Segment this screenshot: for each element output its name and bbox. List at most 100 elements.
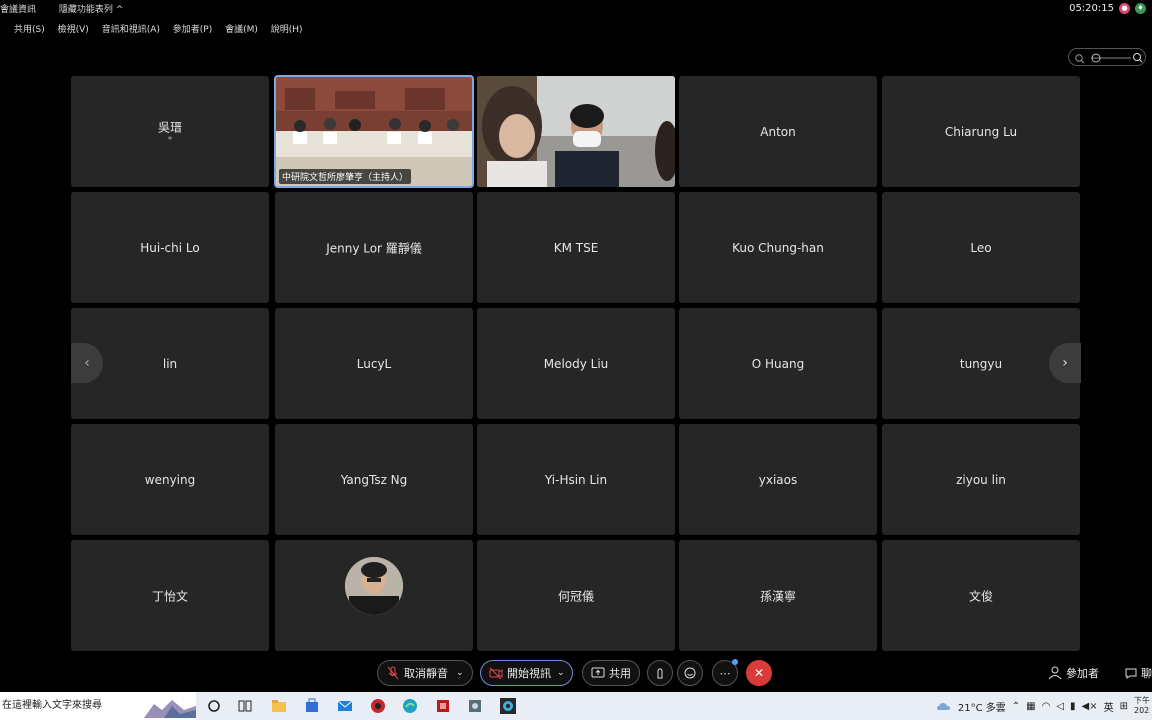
participant-name: 丁怡文: [151, 589, 188, 603]
mail-icon[interactable]: [337, 698, 353, 714]
participant-tile-video-host[interactable]: 中研院文哲所廖肇亨（主持人）: [274, 75, 474, 188]
participant-tile[interactable]: 吳瑨 *: [71, 76, 269, 187]
participant-tile[interactable]: yxiaos: [679, 424, 877, 535]
participant-tile[interactable]: Chiarung Lu: [882, 76, 1080, 187]
share-button[interactable]: 共用: [582, 660, 640, 686]
cortana-icon[interactable]: [206, 698, 222, 714]
chevron-down-icon[interactable]: ⌄: [557, 668, 565, 678]
unmute-label: 取消靜音: [404, 667, 448, 680]
participant-name: Anton: [760, 124, 796, 139]
hand-icon: [657, 668, 663, 679]
chat-panel-button[interactable]: 聊: [1116, 660, 1152, 686]
media-app-icon[interactable]: [370, 698, 386, 714]
participant-tile[interactable]: YangTsz Ng: [275, 424, 473, 535]
zoom-icons: [1075, 53, 1143, 64]
task-view-icon[interactable]: [237, 698, 253, 714]
participant-tile[interactable]: 文俊: [882, 540, 1080, 651]
participant-name: ziyou lin: [956, 472, 1006, 487]
smiley-icon: [684, 667, 696, 679]
start-video-button[interactable]: 開始視訊 ⌄: [480, 660, 573, 686]
share-screen-icon: [591, 667, 605, 678]
volume-icon[interactable]: ◁: [1056, 701, 1064, 712]
participant-tile[interactable]: KM TSE: [477, 192, 675, 303]
next-page-arrow-icon[interactable]: ›: [1049, 343, 1081, 383]
participant-tile[interactable]: 孫漢寧: [679, 540, 877, 651]
participant-tile[interactable]: Jenny Lor 羅靜儀: [275, 192, 473, 303]
network-icon[interactable]: ▦: [1026, 701, 1035, 712]
masked-people-video-feed: [477, 76, 675, 187]
participant-tile[interactable]: Leo: [882, 192, 1080, 303]
menu-item-view[interactable]: 檢視(V): [58, 25, 89, 35]
participant-tile[interactable]: Anton: [679, 76, 877, 187]
app-gear-icon[interactable]: [467, 698, 483, 714]
participant-tile[interactable]: 何冠儀: [477, 540, 675, 651]
menu-item-participants[interactable]: 參加者(P): [173, 25, 212, 35]
host-video-label: 中研院文哲所廖肇亨（主持人）: [279, 169, 412, 184]
participant-tile[interactable]: wenying: [71, 424, 269, 535]
more-options-button[interactable]: ⋯: [712, 659, 738, 686]
raise-hand-button[interactable]: [647, 660, 673, 686]
file-explorer-icon[interactable]: [271, 698, 287, 714]
participant-name: O Huang: [751, 356, 805, 371]
participant-name: Hui-chi Lo: [140, 240, 200, 255]
participant-avatar: [345, 557, 403, 615]
menu-item-audio-video[interactable]: 音訊和視訊(A): [102, 25, 160, 35]
unmute-button[interactable]: 取消靜音 ⌄: [377, 660, 473, 686]
participant-tile[interactable]: Yi-Hsin Lin: [477, 424, 675, 535]
participant-tile[interactable]: ziyou lin: [882, 424, 1080, 535]
user-avatar-icon[interactable]: ♦: [1135, 3, 1146, 14]
participant-name: Chiarung Lu: [944, 124, 1018, 139]
chevron-down-icon[interactable]: ⌄: [456, 668, 464, 678]
cloudy-weather-icon: [936, 703, 950, 710]
windows-taskbar: 在這裡輸入文字來搜尋 21°C 多雲 ⌃ ▦ ◠ ◁ ▮ ◀× 英 ⊞ 下午 2…: [0, 692, 1152, 720]
participant-tile[interactable]: LucyL: [275, 308, 473, 419]
participant-name: LucyL: [356, 356, 392, 371]
meeting-info-label[interactable]: 會議資訊: [0, 5, 36, 15]
muted-mic-icon: [387, 666, 399, 680]
app-red-icon[interactable]: [435, 698, 451, 714]
wifi-icon[interactable]: ◠: [1042, 701, 1051, 712]
chat-bubble-icon: [1125, 668, 1137, 679]
weather-text[interactable]: 21°C 多雲: [958, 699, 1006, 714]
participant-name: 何冠儀: [557, 589, 594, 603]
participant-tile[interactable]: 丁怡文: [71, 540, 269, 651]
participant-tile-avatar[interactable]: [275, 540, 473, 651]
menu-item-meeting[interactable]: 會議(M): [225, 25, 258, 35]
participant-name: 文俊: [968, 589, 993, 603]
participant-name: Yi-Hsin Lin: [544, 472, 608, 487]
participant-tile[interactable]: Melody Liu: [477, 308, 675, 419]
webex-icon[interactable]: [500, 698, 516, 714]
meeting-controls: 取消靜音 ⌄ 開始視訊 ⌄ 共用 ⋯ ✕ 參加者 聊: [0, 659, 1152, 688]
participant-name: Jenny Lor 羅靜儀: [326, 241, 422, 255]
participants-label: 參加者: [1066, 667, 1099, 680]
participant-subtitle: *: [167, 135, 173, 145]
menu-item-share[interactable]: 共用(S): [14, 25, 45, 35]
zoom-slider[interactable]: [1068, 48, 1146, 66]
reactions-button[interactable]: [677, 660, 703, 686]
chevron-up-icon[interactable]: ⌃: [1012, 701, 1020, 712]
mic-icon[interactable]: ▮: [1070, 701, 1076, 712]
store-icon[interactable]: [304, 698, 320, 714]
leave-meeting-button[interactable]: ✕: [746, 660, 772, 686]
participant-name: wenying: [144, 472, 196, 487]
hide-menu-toggle[interactable]: 隱藏功能表列 ^: [59, 5, 123, 15]
ime-mode-icon[interactable]: ⊞: [1120, 701, 1128, 712]
participant-tile[interactable]: Hui-chi Lo: [71, 192, 269, 303]
video-off-icon: [489, 667, 503, 680]
edge-browser-icon[interactable]: [402, 698, 418, 714]
title-bar: 會議資訊 隱藏功能表列 ^ 05:20:15 ● ♦: [0, 0, 1152, 20]
participant-name: Leo: [970, 240, 992, 255]
close-icon: ✕: [753, 666, 765, 680]
speaker-muted-icon[interactable]: ◀×: [1082, 701, 1098, 712]
participant-tile-video[interactable]: [477, 76, 675, 187]
participant-name: yxiaos: [758, 472, 798, 487]
participant-tile[interactable]: Kuo Chung-han: [679, 192, 877, 303]
taskbar-clock[interactable]: 下午 2022: [1134, 696, 1150, 716]
participant-name: Melody Liu: [543, 356, 609, 371]
menu-item-help[interactable]: 說明(H): [271, 25, 303, 35]
participant-tile[interactable]: O Huang: [679, 308, 877, 419]
ime-indicator[interactable]: 英: [1104, 699, 1114, 714]
participants-panel-button[interactable]: 參加者: [1040, 660, 1104, 686]
taskbar-search-placeholder: 在這裡輸入文字來搜尋: [2, 700, 102, 711]
meeting-clock: 05:20:15: [1069, 3, 1114, 14]
